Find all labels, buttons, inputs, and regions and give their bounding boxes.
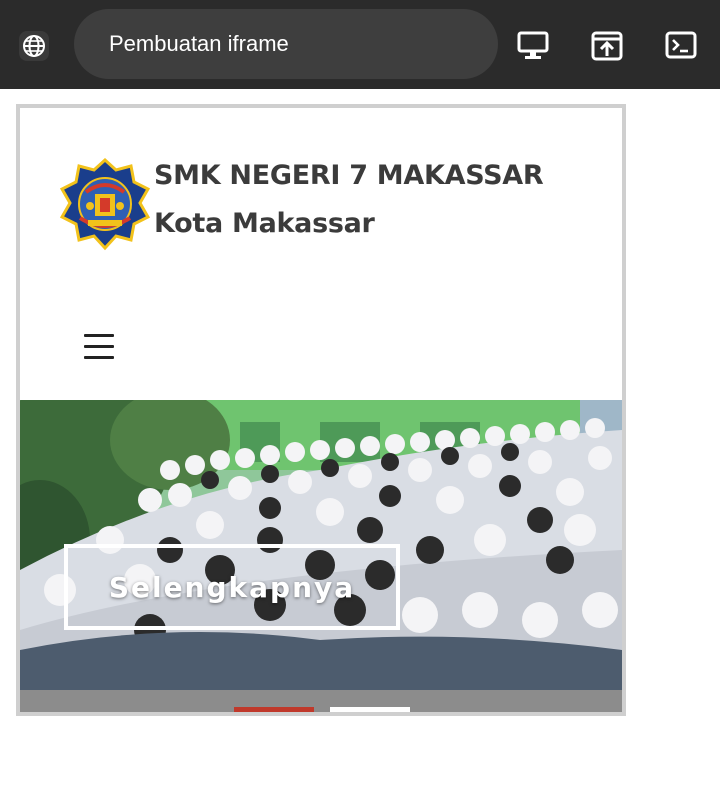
browser-toolbar: Pembuatan iframe — [0, 0, 720, 89]
slide-indicator-active[interactable] — [234, 707, 314, 712]
globe-icon[interactable] — [18, 30, 50, 62]
hamburger-line-middle — [84, 345, 114, 348]
terminal-icon[interactable] — [664, 28, 698, 62]
desktop-icon[interactable] — [516, 28, 550, 62]
site-header: SMK NEGERI 7 MAKASSAR Kota Makassar — [20, 108, 622, 400]
school-logo[interactable] — [59, 157, 151, 252]
hamburger-icon[interactable] — [84, 334, 114, 360]
hamburger-line-top — [84, 334, 114, 337]
school-city: Kota Makassar — [154, 208, 375, 239]
read-more-button[interactable]: Selengkapnya — [64, 544, 400, 630]
open-in-new-icon[interactable] — [590, 28, 624, 62]
hero-slider[interactable]: Selengkapnya — [20, 400, 622, 712]
address-bar[interactable]: Pembuatan iframe — [74, 9, 498, 79]
slide-indicator[interactable] — [330, 707, 410, 712]
embedded-iframe[interactable]: SMK NEGERI 7 MAKASSAR Kota Makassar Sele… — [16, 104, 626, 716]
school-name[interactable]: SMK NEGERI 7 MAKASSAR — [154, 160, 544, 191]
address-text: Pembuatan iframe — [109, 31, 289, 56]
hamburger-line-bottom — [84, 356, 114, 359]
